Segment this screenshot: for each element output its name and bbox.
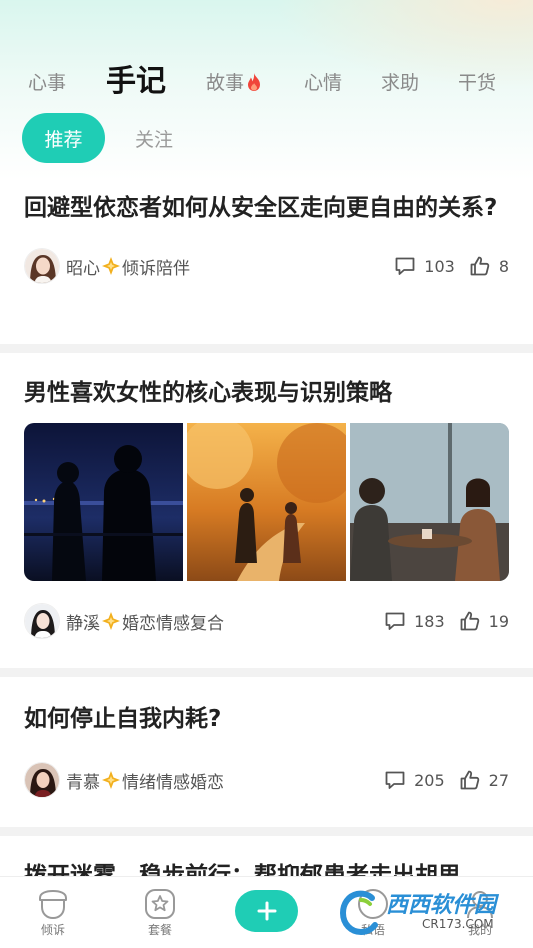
avatar[interactable] [24,762,60,798]
comment-icon[interactable] [394,255,416,277]
avatar[interactable] [24,603,60,639]
like-icon[interactable] [459,769,481,791]
nav-qingsu[interactable]: 倾诉 [23,887,83,938]
post-stats: 183 19 [384,601,509,641]
watermark: 西西软件园 CR173.COM [340,886,515,940]
comment-icon[interactable] [384,610,406,632]
author-name: 昭心 [66,258,100,279]
divider [0,668,533,677]
comment-count: 183 [414,611,445,631]
post-title[interactable]: 男性喜欢女性的核心表现与识别策略 [24,375,509,411]
author-name: 青慕 [66,772,100,793]
post-image[interactable] [187,423,346,581]
author-name: 静溪 [66,613,100,634]
sparkle-badge-icon [102,771,120,789]
category-tabs: 心事 手记 故事 心情 求助 干货 [0,52,533,108]
post-stats: 103 8 [394,246,509,286]
author-info[interactable]: 静溪 婚恋情感复合 [66,609,224,634]
tab-gushi[interactable]: 故事 [206,68,262,95]
subtab-recommend[interactable]: 推荐 [22,113,105,163]
star-icon [145,889,175,919]
author-tag: 情绪情感婚恋 [122,772,224,793]
like-icon[interactable] [459,610,481,632]
author-tag: 婚恋情感复合 [122,613,224,634]
author-info[interactable]: 昭心 倾诉陪伴 [66,254,190,279]
divider [0,827,533,836]
watermark-site: CR173.COM [422,917,494,931]
create-post-button[interactable] [235,890,298,932]
acorn-icon [39,890,67,920]
watermark-brand: 西西软件园 [386,893,497,918]
like-count: 8 [498,256,509,276]
post-meta: 静溪 婚恋情感复合 183 19 [24,601,509,641]
like-count: 27 [488,770,509,790]
post-image[interactable] [350,423,509,581]
post-card[interactable]: 回避型依恋者如何从安全区走向更自由的关系? 昭心 倾诉陪伴 103 8 [0,178,533,344]
subtab-follow[interactable]: 关注 [135,125,173,152]
sparkle-badge-icon [102,612,120,630]
tab-shouji[interactable]: 手记 [106,56,166,100]
tab-xinshi[interactable]: 心事 [28,68,66,95]
post-meta: 青慕 情绪情感婚恋 205 27 [24,760,509,800]
fire-icon [248,72,261,91]
watermark-logo-icon [340,890,378,936]
tab-qiuzhu[interactable]: 求助 [381,68,419,95]
post-card[interactable]: 男性喜欢女性的核心表现与识别策略 静溪 婚恋情感复合 183 19 [0,353,533,668]
tab-xinqing[interactable]: 心情 [304,68,342,95]
tab-ganhuo[interactable]: 干货 [458,68,496,95]
post-card[interactable]: 如何停止自我内耗? 青慕 情绪情感婚恋 205 27 [0,677,533,827]
post-feed: 回避型依恋者如何从安全区走向更自由的关系? 昭心 倾诉陪伴 103 8 男性喜欢… [0,178,533,896]
sparkle-badge-icon [102,257,120,275]
post-stats: 205 27 [384,760,509,800]
author-info[interactable]: 青慕 情绪情感婚恋 [66,768,224,793]
avatar[interactable] [24,248,60,284]
like-icon[interactable] [469,255,491,277]
nav-taocan[interactable]: 套餐 [130,887,190,938]
author-tag: 倾诉陪伴 [122,258,190,279]
divider [0,344,533,353]
like-count: 19 [488,611,509,631]
sub-tabs: 推荐 关注 [22,113,173,163]
comment-count: 103 [424,256,455,276]
plus-icon [257,901,276,921]
post-title[interactable]: 回避型依恋者如何从安全区走向更自由的关系? [24,190,509,226]
post-images[interactable] [24,423,509,581]
post-meta: 昭心 倾诉陪伴 103 8 [24,246,509,286]
comment-icon[interactable] [384,769,406,791]
comment-count: 205 [414,770,445,790]
post-title[interactable]: 如何停止自我内耗? [24,701,509,737]
post-image[interactable] [24,423,183,581]
